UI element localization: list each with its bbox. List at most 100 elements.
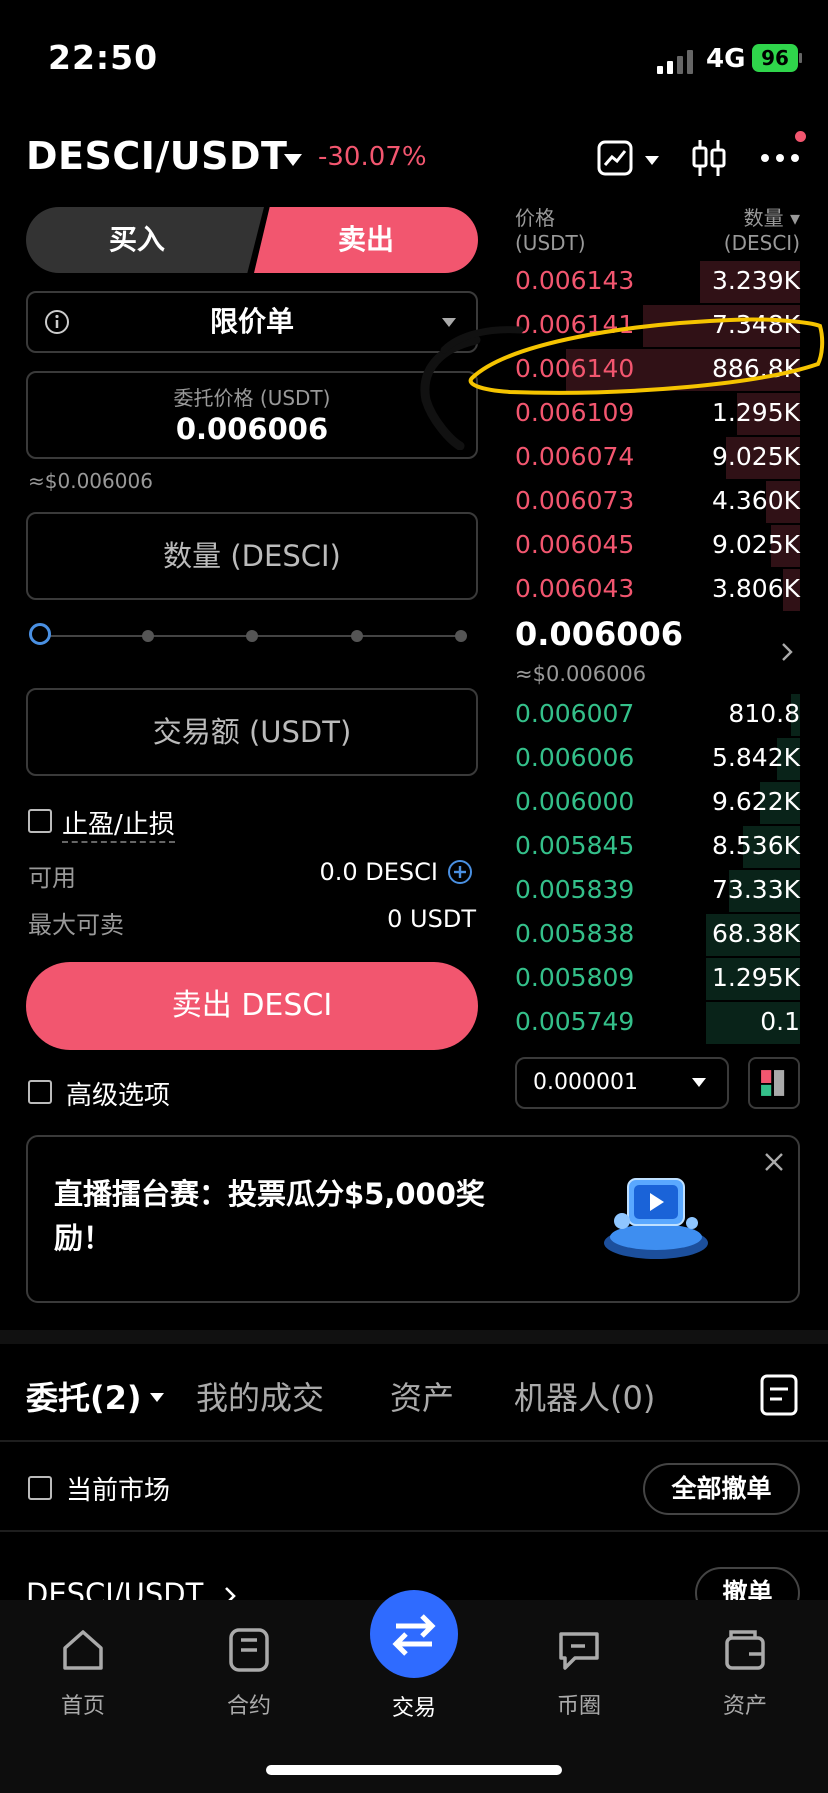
- current-market-checkbox[interactable]: [28, 1476, 52, 1500]
- bid-row[interactable]: 0.005749 0.1: [515, 1000, 800, 1044]
- swap-icon: [392, 1614, 436, 1656]
- home-indicator: [266, 1765, 562, 1775]
- advanced-options-checkbox[interactable]: [28, 1080, 52, 1104]
- ask-row[interactable]: 0.006143 3.239K: [515, 259, 800, 303]
- nav-home-label: 首页: [60, 1694, 105, 1719]
- chat-icon: [559, 1632, 599, 1670]
- ask-qty: 3.239K: [712, 266, 800, 295]
- bid-row[interactable]: 0.005839 73.33K: [515, 868, 800, 912]
- buy-sell-toggle: 买入 卖出: [26, 207, 478, 273]
- advanced-options-label[interactable]: 高级选项: [66, 1075, 170, 1112]
- bid-price: 0.005845: [515, 831, 635, 860]
- bid-qty: 810.8: [728, 699, 800, 728]
- bid-price: 0.006007: [515, 699, 635, 728]
- ask-qty: 3.806K: [712, 574, 800, 603]
- buy-tab-label: 买入: [108, 223, 165, 256]
- bid-qty: 68.38K: [712, 919, 800, 948]
- network-type: 4G: [706, 44, 746, 74]
- bid-row[interactable]: 0.006000 9.622K: [515, 780, 800, 824]
- close-icon[interactable]: [762, 1150, 786, 1174]
- battery-tip: [799, 53, 802, 63]
- orderbook-layout-button[interactable]: [748, 1057, 800, 1109]
- promo-banner-text[interactable]: 直播擂台赛：投票瓜分$5,000奖励！: [54, 1172, 504, 1260]
- tab-my-trades[interactable]: 我的成交: [196, 1370, 324, 1426]
- ask-row[interactable]: 0.006043 3.806K: [515, 567, 800, 611]
- orderbook-qty-header[interactable]: 数量 ▾ (DESCI): [680, 206, 800, 256]
- tab-bots[interactable]: 机器人(0): [514, 1370, 655, 1426]
- notification-dot: [795, 131, 806, 142]
- nav-home[interactable]: 首页: [28, 1626, 138, 1720]
- annotation-circle: [420, 317, 825, 450]
- battery-icon: 96: [752, 44, 798, 72]
- more-icon[interactable]: [760, 146, 800, 170]
- candlestick-icon[interactable]: [690, 138, 728, 178]
- orders-dropdown-icon[interactable]: [150, 1393, 164, 1402]
- bid-qty: 0.1: [760, 1007, 800, 1036]
- bid-row[interactable]: 0.005809 1.295K: [515, 956, 800, 1000]
- slider-step-50[interactable]: [246, 630, 258, 642]
- slider-handle[interactable]: [29, 623, 51, 645]
- sell-tab[interactable]: 卖出: [254, 207, 478, 273]
- bid-qty: 1.295K: [712, 963, 800, 992]
- chart-dropdown-icon[interactable]: [645, 156, 659, 165]
- ask-qty: 4.360K: [712, 486, 800, 515]
- tab-assets[interactable]: 资产: [390, 1370, 454, 1426]
- bid-qty: 9.622K: [712, 787, 800, 816]
- bid-row[interactable]: 0.006006 5.842K: [515, 736, 800, 780]
- available-label: 可用: [28, 864, 76, 892]
- bid-price: 0.006006: [515, 743, 635, 772]
- amount-placeholder: 交易额 (USDT): [152, 715, 352, 749]
- nav-trade-label: 交易: [391, 1696, 436, 1721]
- current-market-label[interactable]: 当前市场: [66, 1470, 170, 1507]
- tpsl-checkbox[interactable]: [28, 809, 52, 833]
- nav-community[interactable]: 币圈: [524, 1626, 634, 1720]
- divider: [0, 1530, 828, 1532]
- slider-step-100[interactable]: [455, 630, 467, 642]
- tick-size-value: 0.000001: [533, 1070, 638, 1095]
- bid-row[interactable]: 0.005845 8.536K: [515, 824, 800, 868]
- chart-icon[interactable]: [597, 140, 633, 176]
- slider-step-75[interactable]: [351, 630, 363, 642]
- bid-price: 0.005809: [515, 963, 635, 992]
- nav-assets[interactable]: 资产: [690, 1626, 800, 1720]
- price-header-unit: (USDT): [515, 231, 586, 255]
- sell-submit-button[interactable]: 卖出 DESCI: [26, 962, 478, 1050]
- section-divider: [0, 1330, 828, 1344]
- order-history-icon[interactable]: [759, 1373, 799, 1417]
- layout-icon: [761, 1070, 785, 1096]
- pair-title[interactable]: DESCI/USDT: [26, 134, 287, 178]
- ask-row[interactable]: 0.006045 9.025K: [515, 523, 800, 567]
- nav-futures-label: 合约: [226, 1694, 271, 1719]
- available-value: 0.0 DESCI: [319, 858, 438, 886]
- chevron-down-icon: [692, 1078, 706, 1087]
- sell-tab-label: 卖出: [337, 223, 394, 256]
- home-icon: [63, 1630, 103, 1670]
- ask-price: 0.006045: [515, 530, 635, 559]
- qty-header-label: 数量 ▾: [743, 206, 800, 230]
- ask-row[interactable]: 0.006073 4.360K: [515, 479, 800, 523]
- nav-futures[interactable]: 合约: [194, 1626, 304, 1720]
- add-funds-icon[interactable]: [447, 859, 473, 885]
- bid-row[interactable]: 0.005838 68.38K: [515, 912, 800, 956]
- nav-trade[interactable]: [370, 1590, 458, 1678]
- divider: [0, 1440, 828, 1442]
- chevron-right-icon[interactable]: [780, 642, 794, 662]
- last-price: 0.006006: [515, 615, 684, 653]
- bid-price: 0.005749: [515, 1007, 635, 1036]
- cancel-all-button[interactable]: 全部撤单: [643, 1463, 800, 1515]
- tpsl-label[interactable]: 止盈/止损: [62, 804, 175, 843]
- ask-qty: 9.025K: [712, 530, 800, 559]
- video-stage-illustration: [604, 1178, 708, 1259]
- contract-icon: [229, 1628, 269, 1672]
- slider-step-25[interactable]: [142, 630, 154, 642]
- tab-orders[interactable]: 委托(2): [26, 1370, 142, 1426]
- buy-tab[interactable]: 买入: [26, 207, 264, 273]
- signal-icon: [657, 50, 695, 74]
- ask-price: 0.006143: [515, 266, 635, 295]
- pair-dropdown-icon[interactable]: [284, 154, 302, 166]
- nav-community-label: 币圈: [556, 1694, 601, 1719]
- price-header-label: 价格: [515, 206, 555, 230]
- bid-row[interactable]: 0.006007 810.8: [515, 692, 800, 736]
- orderbook-price-header: 价格 (USDT): [515, 206, 586, 256]
- orders-tabbar: 委托(2) 我的成交 资产 机器人(0): [0, 1370, 828, 1430]
